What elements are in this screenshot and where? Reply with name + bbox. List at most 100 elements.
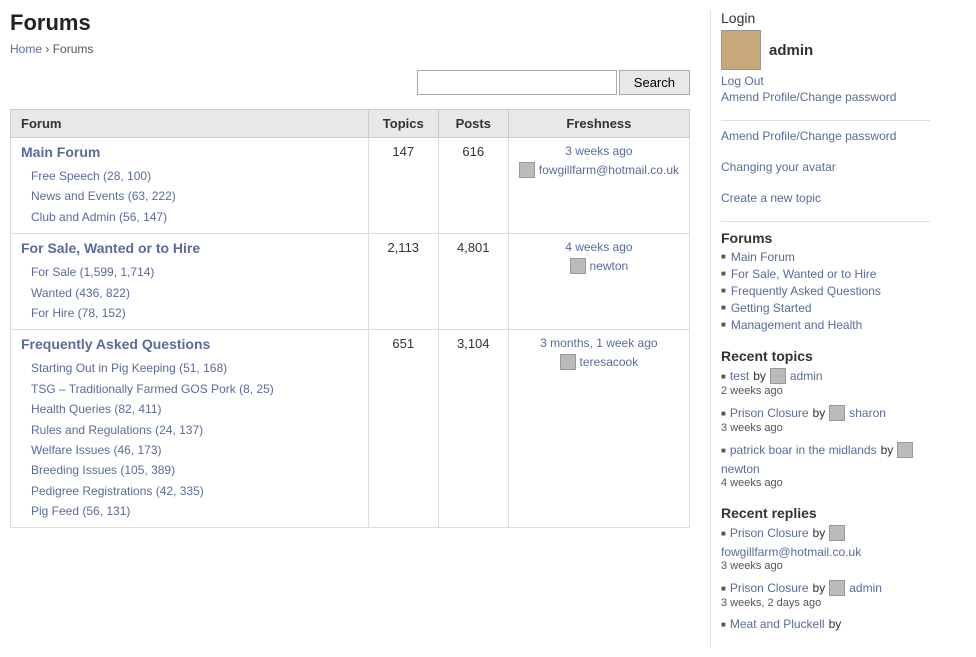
login-box: admin: [721, 30, 930, 70]
sidebar-forums-list: Main Forum For Sale, Wanted or to Hire Fre…: [721, 250, 930, 332]
create-topic-link[interactable]: Create a new topic: [721, 191, 930, 205]
reply-line: ■ Prison Closure by admin: [721, 580, 930, 596]
col-posts: Posts: [438, 110, 508, 138]
recent-topics-section: Recent topics ■test by admin2 weeks ago■…: [721, 348, 930, 489]
search-input[interactable]: [417, 70, 617, 95]
topic-line: ■Prison Closure by sharon: [721, 405, 930, 421]
posts-cell: 4,801: [438, 234, 508, 330]
sub-forums: For Sale (1,599, 1,714)Wanted (436, 822)…: [21, 262, 358, 323]
by-text: by: [881, 443, 894, 457]
admin-avatar: [721, 30, 761, 70]
breadcrumb-current: Forums: [53, 42, 94, 56]
forum-link[interactable]: Frequently Asked Questions: [21, 336, 210, 352]
sub-forums: Starting Out in Pig Keeping (51, 168)TSG…: [21, 358, 358, 521]
recent-replies-section: Recent replies ■ Prison Closure by fowgil…: [721, 505, 930, 631]
sidebar-forum-link[interactable]: For Sale, Wanted or to Hire: [731, 267, 877, 281]
recent-reply-user-link[interactable]: fowgillfarm@hotmail.co.uk: [721, 545, 861, 559]
sub-forum-link[interactable]: Pig Feed (56, 131): [31, 501, 358, 521]
recent-topic-user-link[interactable]: admin: [790, 369, 823, 383]
sidebar-forum-link[interactable]: Main Forum: [731, 250, 795, 264]
sub-forum-link[interactable]: News and Events (63, 222): [31, 186, 358, 206]
amend-profile-link[interactable]: Amend Profile/Change password: [721, 90, 930, 104]
sub-forum-link[interactable]: For Sale (1,599, 1,714): [31, 262, 358, 282]
login-label: Login: [721, 10, 930, 26]
freshness-user-link[interactable]: newton: [590, 259, 629, 273]
sub-forum-link[interactable]: Starting Out in Pig Keeping (51, 168): [31, 358, 358, 378]
recent-topic-time: 2 weeks ago: [721, 385, 930, 397]
recent-replies-title: Recent replies: [721, 505, 930, 521]
change-avatar-link[interactable]: Changing your avatar: [721, 160, 930, 174]
forums-section: Forums Main Forum For Sale, Wanted or to …: [721, 230, 930, 332]
topic-line: ■ test by admin: [721, 368, 930, 384]
bullet-icon: ■: [721, 584, 726, 593]
recent-reply-item: ■Prison Closure by admin3 weeks, 2 days …: [721, 580, 930, 609]
sub-forum-link[interactable]: Pedigree Registrations (42, 335): [31, 481, 358, 501]
logout-link[interactable]: Log Out: [721, 74, 930, 88]
recent-reply-user-link[interactable]: admin: [849, 581, 882, 595]
freshness-time-link[interactable]: 3 weeks ago: [565, 144, 632, 158]
col-forum: Forum: [11, 110, 369, 138]
by-text: by: [813, 581, 826, 595]
forums-section-title: Forums: [721, 230, 930, 246]
divider-1: [721, 120, 930, 121]
table-row: Frequently Asked Questions Starting Out i…: [11, 330, 690, 528]
sub-forum-link[interactable]: Health Queries (82, 411): [31, 399, 358, 419]
reply-line: ■Prison Closure by fowgillfarm@hotmail.c…: [721, 525, 930, 559]
topics-cell: 2,113: [368, 234, 438, 330]
recent-topic-item: ■Prison Closure by sharon3 weeks ago: [721, 405, 930, 434]
bullet-icon: ■: [721, 372, 726, 381]
sub-forum-link[interactable]: TSG – Traditionally Farmed GOS Pork (8, …: [31, 379, 358, 399]
sub-forum-link[interactable]: Rules and Regulations (24, 137): [31, 420, 358, 440]
freshness-user-link[interactable]: fowgillfarm@hotmail.co.uk: [539, 163, 679, 177]
recent-topic-user-link[interactable]: sharon: [849, 406, 886, 420]
sub-forum-link[interactable]: Breeding Issues (105, 389): [31, 460, 358, 480]
sidebar-forum-link[interactable]: Frequently Asked Questions: [731, 284, 881, 298]
col-topics: Topics: [368, 110, 438, 138]
breadcrumb-home[interactable]: Home: [10, 42, 42, 56]
breadcrumb: Home › Forums: [10, 42, 690, 56]
recent-reply-link[interactable]: Prison Closure: [730, 526, 809, 540]
freshness-cell: 3 months, 1 week ago teresacook: [508, 330, 689, 528]
sub-forum-link[interactable]: Welfare Issues (46, 173): [31, 440, 358, 460]
bullet-icon: ■: [721, 446, 726, 455]
sidebar-forum-link[interactable]: Management and Health: [731, 318, 862, 332]
sub-forum-link[interactable]: Free Speech (28, 100): [31, 166, 358, 186]
posts-cell: 3,104: [438, 330, 508, 528]
sidebar-forum-link[interactable]: Getting Started: [731, 301, 812, 315]
forum-title-cell: Frequently Asked Questions Starting Out i…: [11, 330, 369, 528]
search-button[interactable]: Search: [619, 70, 690, 95]
recent-topic-link[interactable]: Prison Closure: [730, 406, 809, 420]
recent-replies-list: ■ Prison Closure by fowgillfarm@hotmail.c…: [721, 525, 930, 631]
by-text: by: [753, 369, 766, 383]
sub-forum-link[interactable]: Club and Admin (56, 147): [31, 207, 358, 227]
by-text: by: [813, 406, 826, 420]
recent-topics-list: ■test by admin2 weeks ago■Prison Closure…: [721, 368, 930, 489]
sidebar-forum-item: Main Forum: [721, 250, 930, 264]
freshness-user: newton: [519, 258, 679, 274]
recent-reply-link[interactable]: Meat and Pluckell: [730, 617, 825, 631]
by-text: by: [829, 617, 842, 631]
forum-link[interactable]: Main Forum: [21, 144, 100, 160]
recent-topic-user-link[interactable]: newton: [721, 462, 760, 476]
recent-reply-item: ■Meat and Pluckell by: [721, 617, 930, 631]
recent-reply-link[interactable]: Prison Closure: [730, 581, 809, 595]
forum-title-cell: Main Forum Free Speech (28, 100)News and …: [11, 138, 369, 234]
user-avatar-small: [570, 258, 586, 274]
topics-cell: 651: [368, 330, 438, 528]
sidebar-forum-item: Frequently Asked Questions: [721, 284, 930, 298]
freshness-user-link[interactable]: teresacook: [580, 355, 639, 369]
freshness-time-link[interactable]: 4 weeks ago: [565, 240, 632, 254]
sub-forum-link[interactable]: Wanted (436, 822): [31, 283, 358, 303]
recent-topic-link[interactable]: test: [730, 369, 749, 383]
forum-title-cell: For Sale, Wanted or to Hire For Sale (1,5…: [11, 234, 369, 330]
recent-topic-link[interactable]: patrick boar in the midlands: [730, 443, 877, 457]
sidebar-forum-item: Getting Started: [721, 301, 930, 315]
amend-profile2-link[interactable]: Amend Profile/Change password: [721, 129, 930, 143]
by-text: by: [813, 526, 826, 540]
sub-forum-link[interactable]: For Hire (78, 152): [31, 303, 358, 323]
forum-link[interactable]: For Sale, Wanted or to Hire: [21, 240, 200, 256]
freshness-time-link[interactable]: 3 months, 1 week ago: [540, 336, 657, 350]
extra-links-section: Amend Profile/Change password Changing y…: [721, 129, 930, 205]
divider-2: [721, 221, 930, 222]
sub-forums: Free Speech (28, 100)News and Events (63…: [21, 166, 358, 227]
